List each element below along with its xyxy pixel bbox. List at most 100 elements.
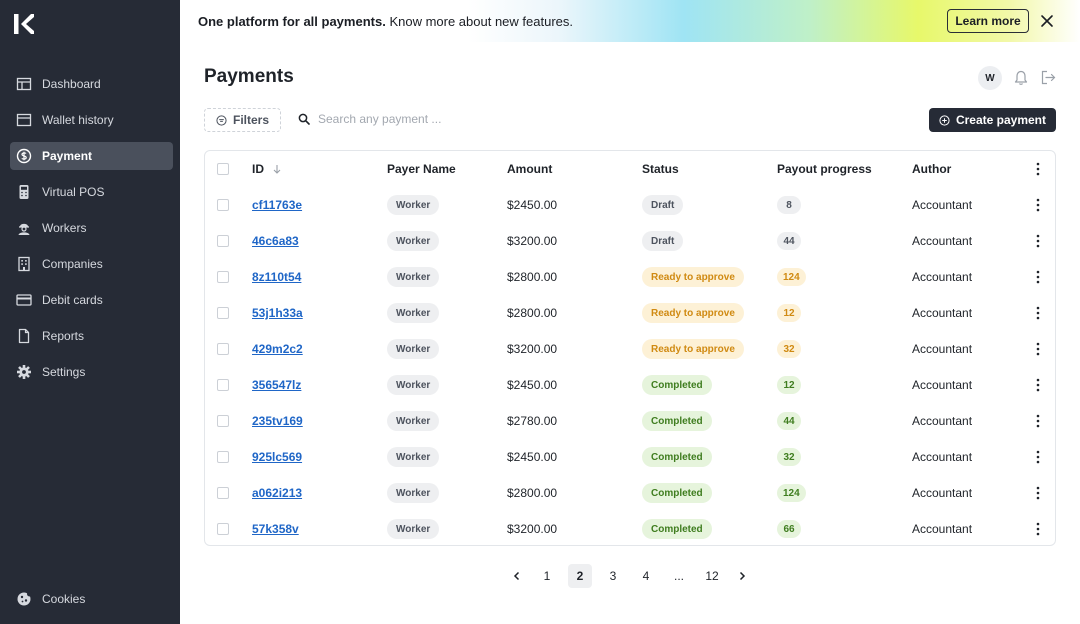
payment-id-link[interactable]: 53j1h33a bbox=[252, 306, 303, 320]
dashboard-icon bbox=[16, 76, 32, 92]
pos-icon bbox=[16, 184, 32, 200]
table-row[interactable]: 356547lz Worker $2450.00 Completed 12 Account… bbox=[205, 367, 1055, 403]
row-checkbox[interactable] bbox=[217, 235, 229, 247]
page-button[interactable]: 12 bbox=[700, 564, 724, 588]
payer-badge: Worker bbox=[387, 303, 440, 323]
row-checkbox[interactable] bbox=[217, 451, 229, 463]
bell-icon[interactable] bbox=[1014, 70, 1028, 86]
more-icon[interactable] bbox=[1036, 414, 1040, 428]
row-checkbox[interactable] bbox=[217, 487, 229, 499]
wallet-icon bbox=[16, 112, 32, 128]
sidebar-item-label: Wallet history bbox=[42, 113, 114, 127]
logo-icon[interactable] bbox=[14, 14, 34, 34]
avatar[interactable]: W bbox=[978, 66, 1002, 90]
more-icon[interactable] bbox=[1036, 270, 1040, 284]
more-icon[interactable] bbox=[1036, 342, 1040, 356]
table-row[interactable]: 46c6a83 Worker $3200.00 Draft 44 Accountant bbox=[205, 223, 1055, 259]
more-icon[interactable] bbox=[1036, 486, 1040, 500]
sidebar-item-dashboard[interactable]: Dashboard bbox=[10, 70, 173, 98]
select-all-checkbox[interactable] bbox=[217, 163, 229, 175]
table-row[interactable]: 53j1h33a Worker $2800.00 Ready to approve 12… bbox=[205, 295, 1055, 331]
banner-subtext: Know more about new features. bbox=[385, 14, 573, 29]
payer-badge: Worker bbox=[387, 447, 440, 467]
author-cell: Accountant bbox=[912, 450, 973, 464]
sidebar-item-label: Reports bbox=[42, 329, 85, 343]
status-badge: Ready to approve bbox=[642, 303, 744, 323]
sidebar-item-label: Debit cards bbox=[42, 293, 103, 307]
row-checkbox[interactable] bbox=[217, 415, 229, 427]
close-icon[interactable] bbox=[1039, 13, 1055, 29]
table-row[interactable]: 235tv169 Worker $2780.00 Completed 44 Account… bbox=[205, 403, 1055, 439]
more-icon[interactable] bbox=[1036, 306, 1040, 320]
author-cell: Accountant bbox=[912, 342, 973, 356]
plus-circle-icon bbox=[939, 114, 950, 126]
more-icon[interactable] bbox=[1036, 378, 1040, 392]
search-input[interactable] bbox=[318, 112, 498, 126]
sidebar-item-payment[interactable]: Payment bbox=[10, 142, 173, 170]
sort-down-icon[interactable] bbox=[272, 164, 282, 174]
more-icon[interactable] bbox=[1036, 162, 1040, 176]
page-button[interactable]: 1 bbox=[535, 564, 559, 588]
sidebar-item-wallet-history[interactable]: Wallet history bbox=[10, 106, 173, 134]
row-checkbox[interactable] bbox=[217, 379, 229, 391]
payment-id-link[interactable]: 356547lz bbox=[252, 378, 301, 392]
search-box bbox=[298, 112, 498, 126]
payment-id-link[interactable]: 925lc569 bbox=[252, 450, 302, 464]
payment-id-link[interactable]: 57k358v bbox=[252, 522, 299, 536]
sidebar-item-cookies[interactable]: Cookies bbox=[16, 591, 85, 607]
sidebar-item-virtual-pos[interactable]: Virtual POS bbox=[10, 178, 173, 206]
row-checkbox[interactable] bbox=[217, 271, 229, 283]
amount-cell: $2780.00 bbox=[507, 414, 558, 428]
payment-id-link[interactable]: 8z110t54 bbox=[252, 270, 301, 284]
page-button[interactable]: 3 bbox=[601, 564, 625, 588]
filters-button[interactable]: Filters bbox=[204, 108, 281, 132]
row-checkbox[interactable] bbox=[217, 199, 229, 211]
page-button[interactable]: 2 bbox=[568, 564, 592, 588]
payment-id-link[interactable]: 46c6a83 bbox=[252, 234, 299, 248]
author-cell: Accountant bbox=[912, 378, 973, 392]
more-icon[interactable] bbox=[1036, 234, 1040, 248]
column-header-id[interactable]: ID bbox=[252, 151, 282, 187]
search-icon bbox=[298, 113, 310, 125]
more-icon[interactable] bbox=[1036, 522, 1040, 536]
sidebar-item-label: Payment bbox=[42, 149, 93, 163]
logout-icon[interactable] bbox=[1041, 70, 1056, 85]
sidebar-item-companies[interactable]: Companies bbox=[10, 250, 173, 278]
column-header-author: Author bbox=[912, 162, 952, 176]
table-row[interactable]: cf11763e Worker $2450.00 Draft 8 Accountant bbox=[205, 187, 1055, 223]
payout-progress-badge: 32 bbox=[777, 340, 801, 358]
create-payment-label: Create payment bbox=[955, 113, 1047, 127]
card-icon bbox=[16, 292, 32, 308]
table-row[interactable]: 429m2c2 Worker $3200.00 Ready to approve 32 A… bbox=[205, 331, 1055, 367]
payment-id-link[interactable]: 235tv169 bbox=[252, 414, 303, 428]
previous-page-button[interactable] bbox=[505, 564, 529, 588]
more-icon[interactable] bbox=[1036, 450, 1040, 464]
next-page-button[interactable] bbox=[730, 564, 754, 588]
sidebar-item-workers[interactable]: Workers bbox=[10, 214, 173, 242]
sidebar-item-reports[interactable]: Reports bbox=[10, 322, 173, 350]
column-header-amount: Amount bbox=[507, 162, 553, 176]
page-button[interactable]: 4 bbox=[634, 564, 658, 588]
row-checkbox[interactable] bbox=[217, 307, 229, 319]
worker-icon bbox=[16, 220, 32, 236]
learn-more-button[interactable]: Learn more bbox=[947, 9, 1029, 33]
create-payment-button[interactable]: Create payment bbox=[929, 108, 1056, 132]
table-row[interactable]: 8z110t54 Worker $2800.00 Ready to approve 12… bbox=[205, 259, 1055, 295]
author-cell: Accountant bbox=[912, 486, 973, 500]
sidebar-item-settings[interactable]: Settings bbox=[10, 358, 173, 386]
payment-id-link[interactable]: 429m2c2 bbox=[252, 342, 303, 356]
amount-cell: $3200.00 bbox=[507, 522, 558, 536]
sidebar-item-label: Cookies bbox=[42, 592, 86, 606]
table-row[interactable]: 925lc569 Worker $2450.00 Completed 32 Account… bbox=[205, 439, 1055, 475]
payer-badge: Worker bbox=[387, 195, 440, 215]
pagination: 1 2 3 4... 12 bbox=[0, 564, 1080, 588]
table-row[interactable]: a062i213 Worker $2800.00 Completed 124 Accoun… bbox=[205, 475, 1055, 511]
payment-id-link[interactable]: cf11763e bbox=[252, 198, 302, 212]
table-row[interactable]: 57k358v Worker $3200.00 Completed 66 Accounta… bbox=[205, 511, 1055, 547]
payment-id-link[interactable]: a062i213 bbox=[252, 486, 302, 500]
amount-cell: $2450.00 bbox=[507, 198, 558, 212]
more-icon[interactable] bbox=[1036, 198, 1040, 212]
row-checkbox[interactable] bbox=[217, 343, 229, 355]
sidebar-item-debit-cards[interactable]: Debit cards bbox=[10, 286, 173, 314]
row-checkbox[interactable] bbox=[217, 523, 229, 535]
